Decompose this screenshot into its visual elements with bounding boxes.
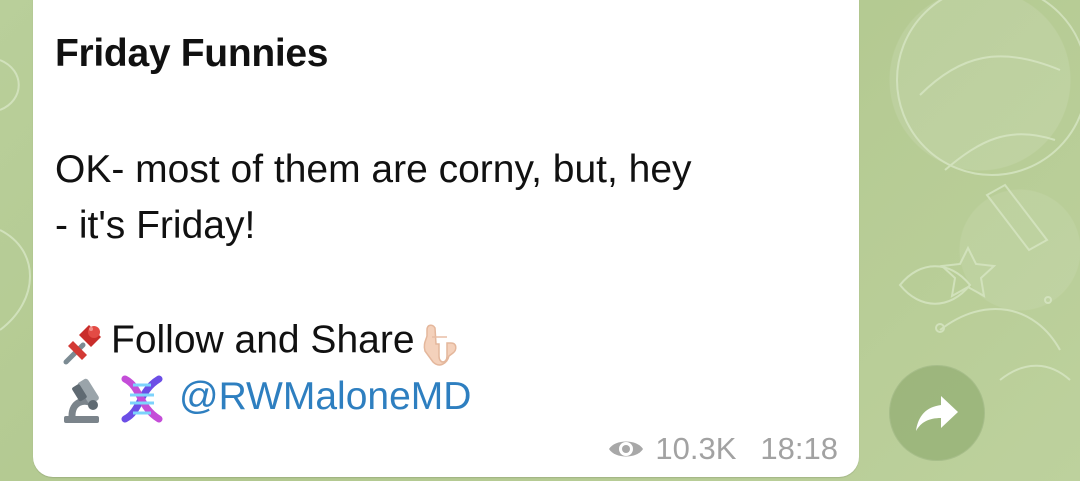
message-meta: 10.3K 18:18 — [607, 429, 838, 469]
message-line: OK- most of them are corny, but, hey — [55, 148, 692, 191]
pointing-down-icon — [423, 324, 457, 366]
handle-line: @RWMaloneMD — [55, 371, 471, 427]
forward-icon — [916, 396, 958, 431]
dna-icon — [121, 375, 163, 423]
pushpin-icon — [63, 325, 101, 365]
microscope-icon — [64, 378, 99, 423]
follow-line: Follow and Share — [55, 316, 463, 368]
channel-handle-link[interactable]: @RWMaloneMD — [179, 375, 471, 418]
view-count: 10.3K — [655, 431, 737, 466]
forward-button[interactable] — [889, 365, 985, 461]
follow-text: Follow and Share — [111, 318, 415, 362]
message-line: - it's Friday! — [55, 204, 256, 247]
message-time: 18:18 — [760, 431, 838, 466]
eye-icon — [609, 441, 644, 457]
message-title: Friday Funnies — [55, 32, 329, 75]
